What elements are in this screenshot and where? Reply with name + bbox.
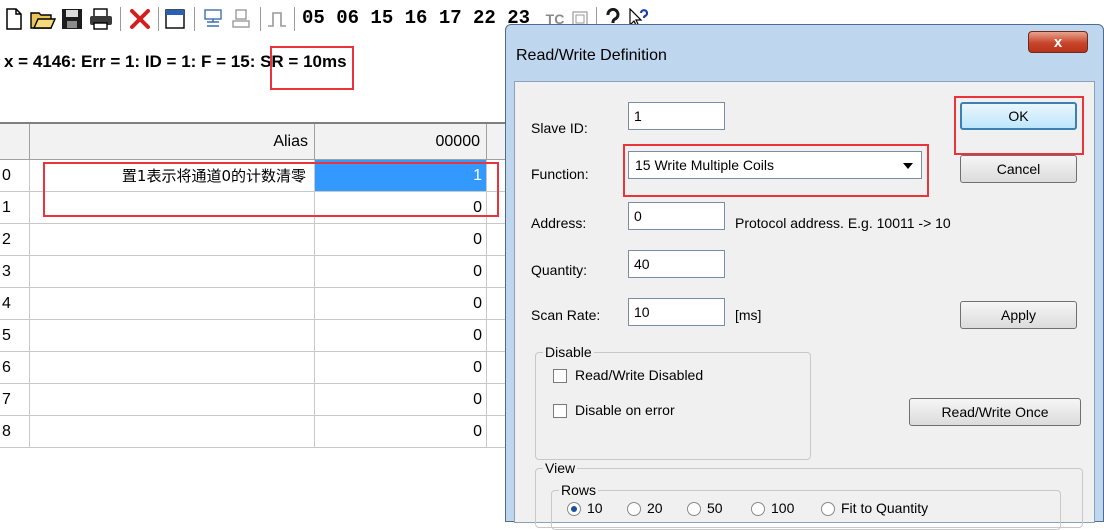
row-index: 6 — [0, 352, 30, 383]
read-write-definition-dialog: Read/Write Definition x Slave ID: 1 Func… — [505, 24, 1104, 530]
row-value[interactable]: 0 — [315, 224, 487, 255]
toolbar-separator — [158, 7, 159, 31]
rows-option-100[interactable]: 100 — [771, 500, 794, 516]
row-alias[interactable] — [30, 416, 315, 447]
window-icon[interactable] — [164, 6, 186, 32]
row-value[interactable]: 0 — [315, 256, 487, 287]
rows-radio-10[interactable] — [567, 502, 581, 516]
close-button[interactable]: x — [1028, 31, 1088, 53]
disable-on-error-label[interactable]: Disable on error — [575, 402, 675, 418]
delete-x-icon[interactable] — [128, 6, 152, 32]
table-row[interactable]: 8 0 — [0, 416, 510, 448]
row-index: 2 — [0, 224, 30, 255]
quantity-input[interactable]: 40 — [628, 250, 725, 278]
table-row[interactable]: 5 0 — [0, 320, 510, 352]
row-index: 0 — [0, 160, 30, 191]
row-index: 8 — [0, 416, 30, 447]
row-value[interactable]: 0 — [315, 320, 487, 351]
row-alias[interactable] — [30, 256, 315, 287]
disconnect-icon[interactable] — [230, 6, 252, 32]
row-index: 7 — [0, 384, 30, 415]
dialog-body: Slave ID: 1 Function: 15 Write Multiple … — [514, 81, 1095, 530]
rows-option-50[interactable]: 50 — [707, 500, 723, 516]
row-index: 4 — [0, 288, 30, 319]
row-alias[interactable] — [30, 288, 315, 319]
rw-disabled-checkbox[interactable] — [553, 369, 567, 383]
table-row[interactable]: 3 0 — [0, 256, 510, 288]
rows-option-fit[interactable]: Fit to Quantity — [841, 500, 928, 516]
row-alias[interactable] — [30, 320, 315, 351]
grid-header: Alias 00000 — [0, 122, 510, 160]
toolbar-separator — [194, 7, 195, 31]
open-folder-icon[interactable] — [30, 6, 56, 32]
scan-rate-unit: [ms] — [735, 307, 762, 323]
rows-group-title: Rows — [559, 482, 599, 498]
row-alias[interactable] — [30, 384, 315, 415]
view-group-title: View — [543, 460, 578, 476]
address-input[interactable]: 0 — [628, 202, 725, 230]
read-write-once-button[interactable]: Read/Write Once — [909, 398, 1081, 426]
row-index: 5 — [0, 320, 30, 351]
quantity-label: Quantity: — [531, 262, 588, 278]
connect-icon[interactable] — [202, 6, 224, 32]
table-row[interactable]: 4 0 — [0, 288, 510, 320]
grid-header-index — [0, 124, 30, 160]
table-row[interactable]: 7 0 — [0, 384, 510, 416]
table-row[interactable]: 2 0 — [0, 224, 510, 256]
row-alias[interactable] — [30, 224, 315, 255]
function-label: Function: — [531, 166, 589, 182]
close-icon: x — [1053, 33, 1063, 51]
rows-option-20[interactable]: 20 — [647, 500, 663, 516]
rw-disabled-label[interactable]: Read/Write Disabled — [575, 367, 703, 383]
rows-radio-20[interactable] — [627, 502, 641, 516]
row-index: 3 — [0, 256, 30, 287]
row-index: 1 — [0, 192, 30, 223]
slave-id-label: Slave ID: — [531, 120, 588, 136]
cancel-button[interactable]: Cancel — [960, 155, 1077, 183]
toolbar-separator — [260, 7, 261, 31]
toolbar-separator — [120, 7, 121, 31]
save-disk-icon[interactable] — [60, 6, 84, 32]
row-alias[interactable] — [30, 352, 315, 383]
function-highlight — [623, 144, 929, 197]
row-value[interactable]: 0 — [315, 384, 487, 415]
dialog-title: Read/Write Definition — [516, 47, 667, 64]
function-code-highlight — [270, 46, 354, 90]
new-document-icon[interactable] — [4, 6, 24, 32]
scan-rate-input[interactable]: 10 — [628, 298, 725, 326]
grid-header-address[interactable]: 00000 — [315, 124, 487, 160]
grid-header-alias[interactable]: Alias — [30, 124, 315, 160]
scan-rate-label: Scan Rate: — [531, 307, 601, 323]
rows-option-10[interactable]: 10 — [587, 500, 603, 516]
row-value[interactable]: 0 — [315, 416, 487, 447]
address-hint: Protocol address. E.g. 10011 -> 10 — [735, 215, 951, 231]
slave-id-input[interactable]: 1 — [628, 102, 725, 130]
pulse-icon[interactable] — [266, 6, 288, 32]
table-row[interactable]: 6 0 — [0, 352, 510, 384]
toolbar-separator — [294, 7, 295, 31]
rows-radio-fit[interactable] — [821, 502, 835, 516]
ok-highlight — [954, 96, 1084, 155]
row-value[interactable]: 0 — [315, 288, 487, 319]
rows-radio-50[interactable] — [687, 502, 701, 516]
rows-radio-100[interactable] — [751, 502, 765, 516]
row-zero-highlight — [43, 162, 499, 217]
disable-on-error-checkbox[interactable] — [553, 404, 567, 418]
apply-button[interactable]: Apply — [960, 301, 1077, 329]
print-icon[interactable] — [88, 6, 114, 32]
disable-group-title: Disable — [543, 344, 594, 360]
address-label: Address: — [531, 215, 587, 231]
row-value[interactable]: 0 — [315, 352, 487, 383]
function-code-buttons[interactable]: 05 06 15 16 17 22 23 — [302, 7, 530, 29]
